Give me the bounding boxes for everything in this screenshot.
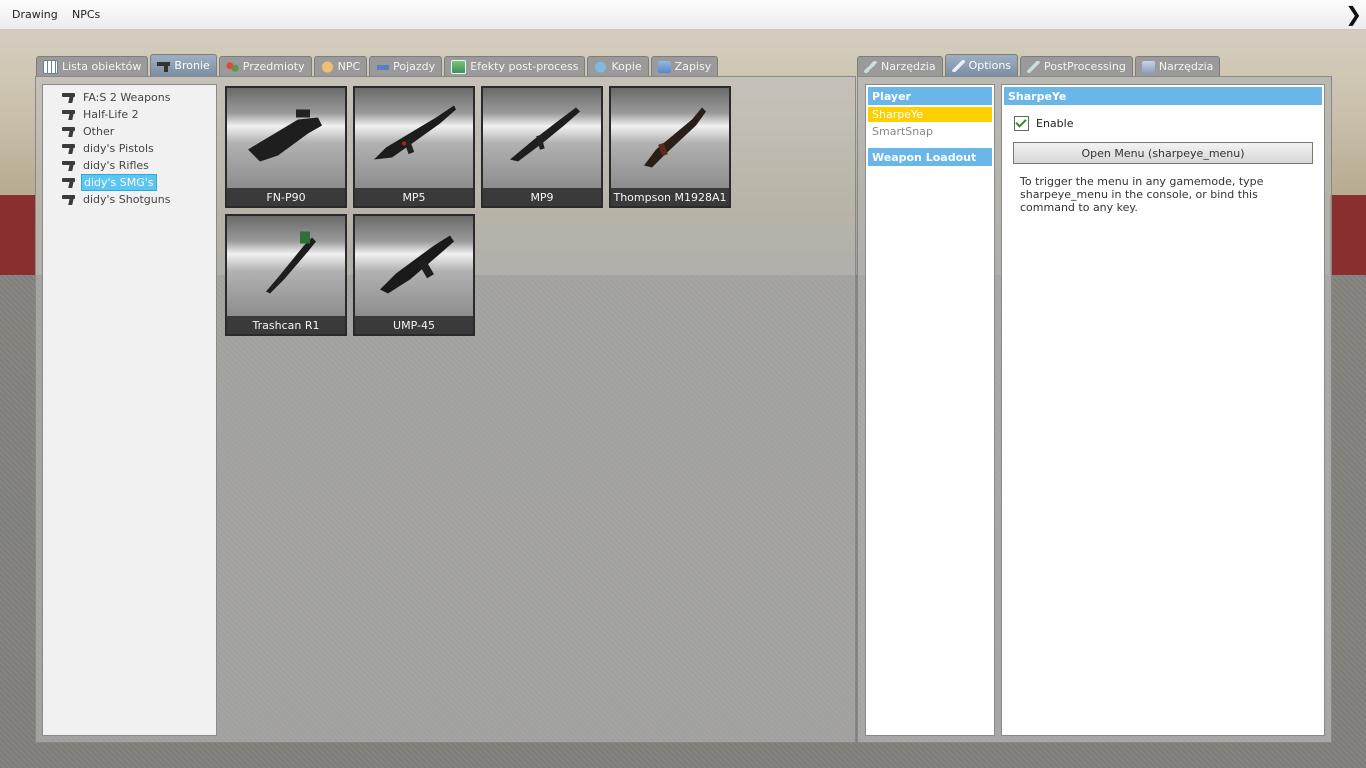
tab-pojazdy[interactable]: Pojazdy [369, 56, 443, 76]
gun-icon [62, 109, 76, 120]
car-icon [376, 60, 390, 73]
help-text: To trigger the menu in any gamemode, typ… [1020, 175, 1264, 214]
tab-efekty[interactable]: Efekty post-process [444, 56, 586, 76]
grid-icon [43, 59, 58, 74]
menubar: Drawing NPCs ❯ [0, 0, 1366, 30]
tree-item-selected[interactable]: didy's SMG's [62, 174, 157, 191]
trashcan-icon [266, 231, 316, 294]
gun-icon [62, 126, 76, 137]
wrench-icon [1027, 60, 1041, 73]
weapon-card-mp9[interactable]: MP9 [481, 86, 603, 208]
toolmenu-tabs: Narzędzia Options PostProcessing Narzędz… [857, 54, 1222, 76]
weapon-card-mp5[interactable]: MP5 [353, 86, 475, 208]
tree-item[interactable]: didy's Rifles [62, 158, 151, 173]
gun-icon [62, 92, 76, 103]
tab-postprocessing[interactable]: PostProcessing [1020, 56, 1133, 76]
spawnmenu-frame: FA:S 2 Weapons Half-Life 2 Other didy's … [35, 76, 856, 743]
wrench-icon [864, 60, 877, 73]
gun-icon [62, 160, 76, 171]
weapon-thumbnail [355, 88, 473, 188]
npc-icon [320, 60, 334, 73]
image-icon [451, 59, 467, 74]
weapon-thumbnail [227, 216, 345, 316]
mp9-icon [510, 107, 580, 162]
tab-narzedzia-1[interactable]: Narzędzia [857, 56, 943, 76]
save-icon [657, 60, 671, 73]
menu-npcs[interactable]: NPCs [72, 8, 100, 21]
weapon-card-ump45[interactable]: UMP-45 [353, 214, 475, 336]
enable-label: Enable [1036, 117, 1074, 130]
weapon-thumbnail [355, 216, 473, 316]
tab-kopie[interactable]: Kopie [587, 56, 649, 76]
category-tree: FA:S 2 Weapons Half-Life 2 Other didy's … [42, 84, 217, 736]
tool-category-list: Player SharpeYe SmartSnap Weapon Loadout [865, 84, 995, 736]
tab-przedmioty[interactable]: Przedmioty [218, 56, 312, 76]
ump45-icon [380, 235, 454, 294]
spawnmenu-tabs: Lista obiektów Bronie Przedmioty NPC Poj… [36, 54, 720, 76]
gun-icon [157, 59, 171, 72]
category-header-player[interactable]: Player [868, 87, 992, 105]
tool-options-panel: SharpeYe Enable Open Menu (sharpeye_menu… [1001, 84, 1325, 736]
gun-icon [62, 143, 76, 154]
tab-zapisy[interactable]: Zapisy [650, 56, 719, 76]
tree-item[interactable]: Other [62, 124, 116, 139]
enable-checkbox[interactable] [1014, 116, 1029, 131]
mp5-icon [374, 105, 456, 160]
tab-bronie[interactable]: Bronie [150, 54, 217, 76]
gun-icon [62, 194, 76, 205]
tree-item[interactable]: didy's Shotguns [62, 192, 172, 207]
weapon-card-trashcan[interactable]: Trashcan R1 [225, 214, 347, 336]
wrench-icon [951, 59, 965, 72]
tool-item-sharpeye[interactable]: SharpeYe [868, 107, 992, 122]
tool-item-smartsnap[interactable]: SmartSnap [868, 124, 992, 139]
weapon-thumbnail [483, 88, 601, 188]
toolmenu-frame: Player SharpeYe SmartSnap Weapon Loadout… [857, 76, 1332, 743]
options-title: SharpeYe [1004, 87, 1322, 105]
weapon-card-fn-p90[interactable]: FN-P90 [225, 86, 347, 208]
tab-npc[interactable]: NPC [313, 56, 368, 76]
gun-icon [62, 177, 76, 188]
weapon-thumbnail [611, 88, 729, 188]
background-wall-left [0, 195, 36, 275]
p90-icon [248, 109, 322, 162]
weapon-thumbnail [227, 88, 345, 188]
category-header-weapon-loadout[interactable]: Weapon Loadout [868, 148, 992, 166]
tab-narzedzia-2[interactable]: Narzędzia [1134, 56, 1221, 76]
collapse-arrow-icon[interactable]: ❯ [1345, 2, 1362, 26]
menu-drawing[interactable]: Drawing [12, 8, 58, 21]
tree-item[interactable]: FA:S 2 Weapons [62, 90, 172, 105]
dupe-icon [594, 60, 608, 73]
open-menu-button[interactable]: Open Menu (sharpeye_menu) [1013, 142, 1313, 164]
tab-lista-obiektow[interactable]: Lista obiektów [36, 56, 149, 76]
background-wall-right [1330, 195, 1366, 275]
pencil-icon [1141, 60, 1155, 73]
tree-item[interactable]: didy's Pistols [62, 141, 156, 156]
thompson-icon [644, 107, 706, 168]
items-icon [225, 60, 239, 73]
tree-item[interactable]: Half-Life 2 [62, 107, 141, 122]
weapon-card-thompson[interactable]: Thompson M1928A1 [609, 86, 731, 208]
tab-options[interactable]: Options [944, 54, 1019, 76]
